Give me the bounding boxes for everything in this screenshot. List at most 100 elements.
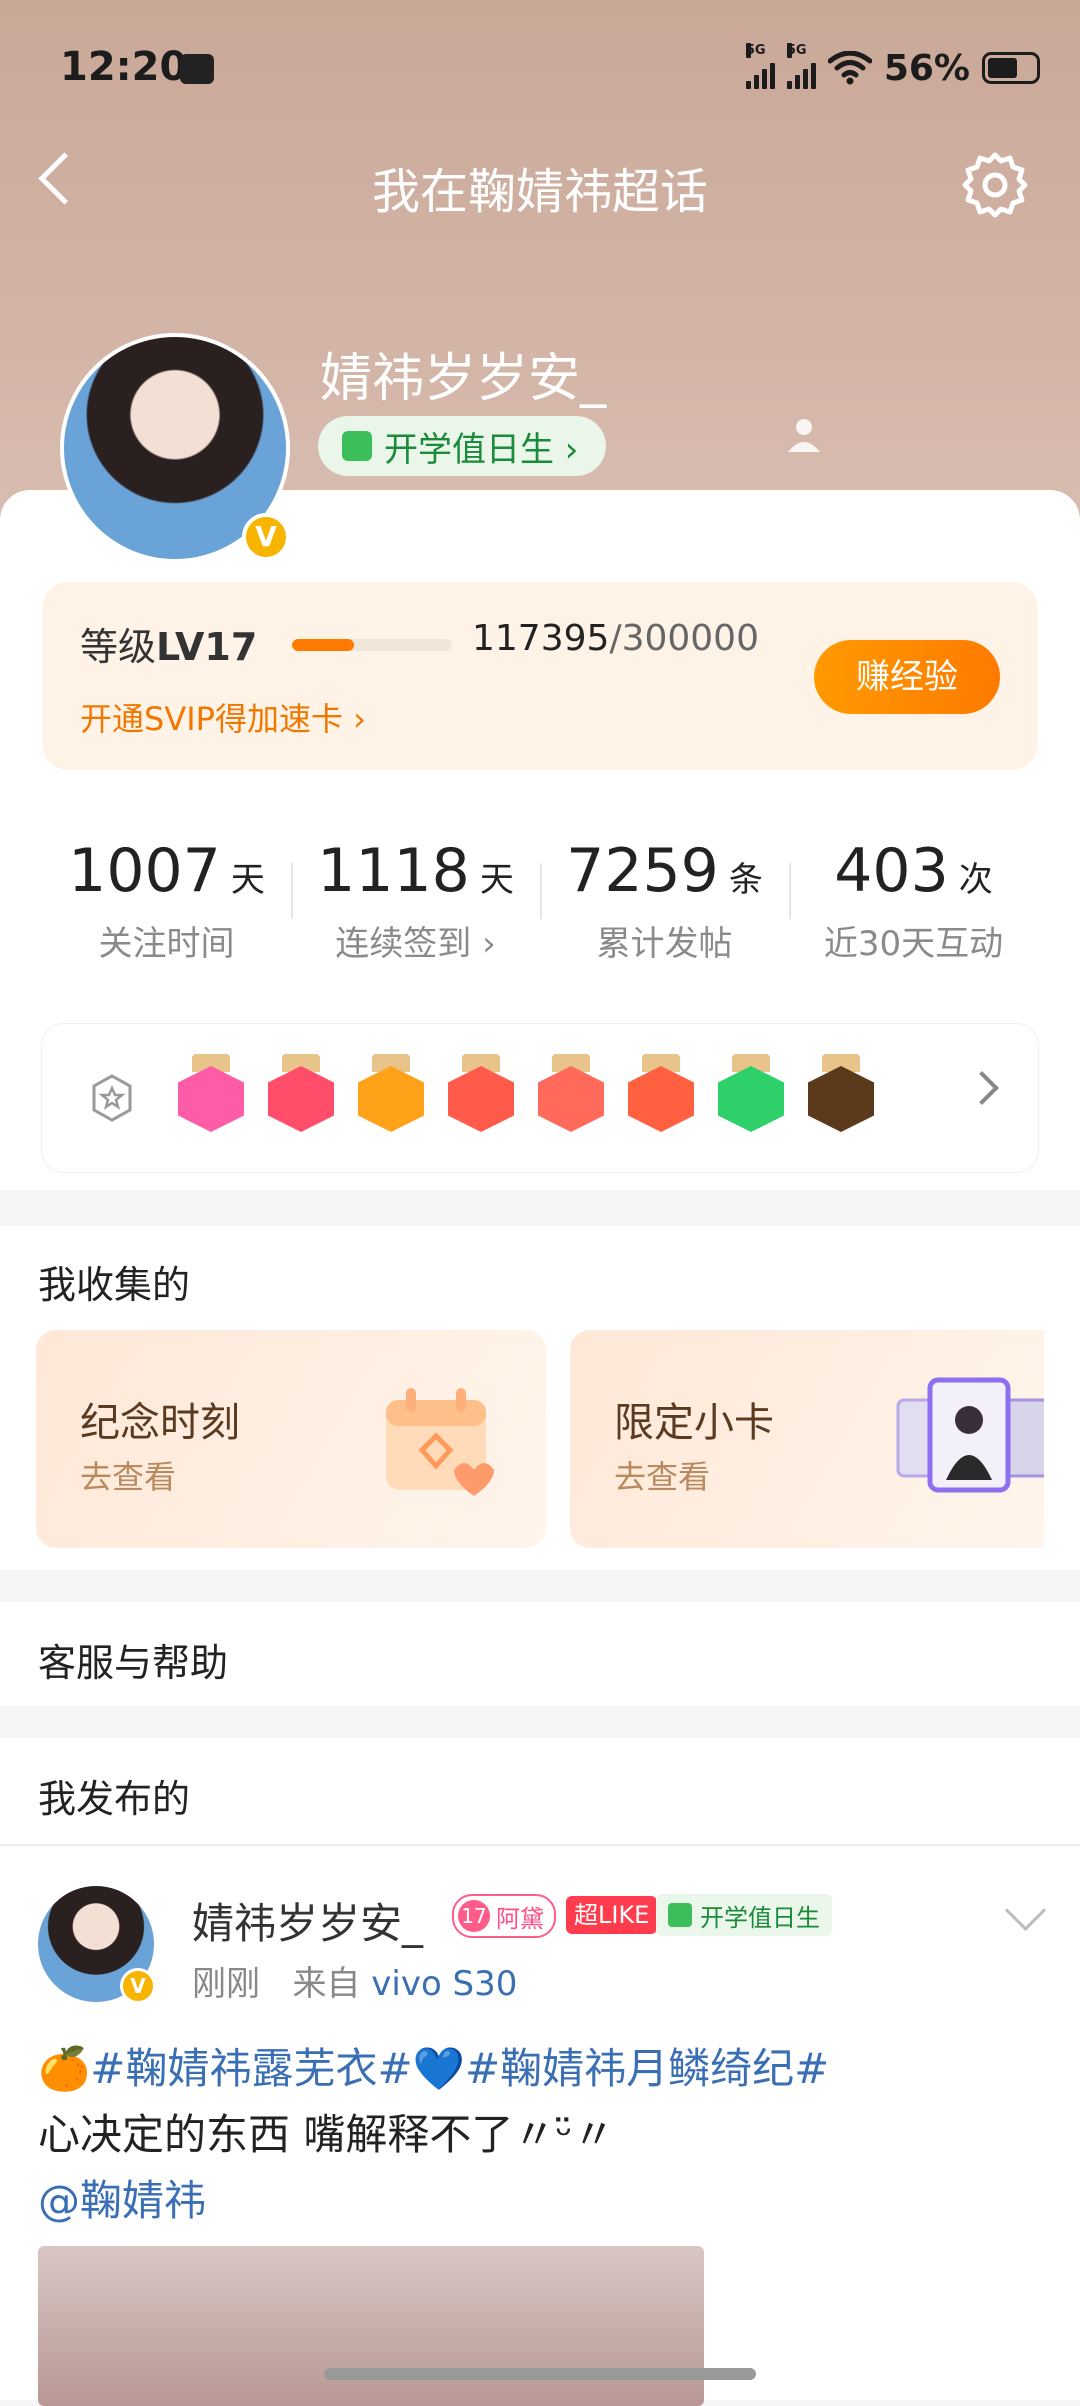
stat-unit: 天 xyxy=(230,860,265,900)
post-meta: 刚刚 来自 vivo S30 xyxy=(192,1956,517,2005)
level-exp: 117395/300000 xyxy=(472,618,759,659)
lv17-medal-icon[interactable] xyxy=(174,1054,248,1136)
stat-interactions: 403 次 近30天互动 xyxy=(789,798,1038,982)
trophy-medal-icon[interactable] xyxy=(264,1054,338,1136)
post-author[interactable]: 婧祎岁岁安_ xyxy=(192,1890,423,1951)
stat-checkin-days[interactable]: 1118 天 连续签到 › xyxy=(291,798,540,982)
super-like-badge[interactable]: 超LIKE xyxy=(566,1896,658,1934)
chevron-right-icon[interactable] xyxy=(965,1071,999,1105)
cat-face-medal-icon[interactable] xyxy=(534,1054,608,1136)
stat-follow-days: 1007 天 关注时间 xyxy=(42,798,291,982)
battery-icon xyxy=(982,52,1040,84)
post-device: vivo S30 xyxy=(371,1964,518,2004)
stat-value: 1007 xyxy=(68,836,221,906)
svip-link[interactable]: 开通SVIP得加速卡 › xyxy=(80,694,366,740)
card-link: 去查看 xyxy=(80,1458,177,1496)
stat-unit: 天 xyxy=(479,860,514,900)
medal-hex xyxy=(268,1066,334,1132)
post-card[interactable]: V 婧祎岁岁安_ 17 阿黛 超LIKE 开学值日生 刚刚 来自 vivo S3… xyxy=(0,1846,1080,2406)
level-label: 等级LV17 xyxy=(80,616,257,671)
stat-label: 近30天互动 xyxy=(823,924,1004,964)
limited-cards-card[interactable]: 限定小卡 去查看 xyxy=(570,1330,1044,1548)
role-tag-button[interactable]: 开学值日生 › xyxy=(318,416,607,476)
battery-percent: 56% xyxy=(883,47,970,89)
calendar-check-icon xyxy=(342,431,372,461)
level-progress-fill xyxy=(292,639,355,651)
level-value: LV17 xyxy=(156,625,258,669)
my-posts-header: 我发布的 xyxy=(0,1738,1080,1846)
notification-app-icon xyxy=(180,54,214,84)
orange-emoji: 🍊 xyxy=(38,2044,91,2093)
role-tag-label: 开学值日生 › xyxy=(384,429,579,470)
signal-label: 5G xyxy=(786,43,807,58)
level-progress-bar xyxy=(292,639,452,651)
crown-medal-icon[interactable] xyxy=(354,1054,428,1136)
super-medal-icon[interactable] xyxy=(804,1054,878,1136)
fire-cat-medal-icon[interactable] xyxy=(624,1054,698,1136)
memorial-moments-card[interactable]: 纪念时刻 去查看 xyxy=(36,1330,546,1548)
help-row[interactable]: 客服与帮助 xyxy=(0,1602,1080,1706)
card-title: 纪念时刻 xyxy=(80,1400,240,1446)
stat-label: 连续签到 › xyxy=(335,924,496,964)
status-time: 12:20 xyxy=(60,44,188,90)
back-arrow-icon[interactable] xyxy=(40,150,80,210)
post-from-label: 来自 xyxy=(292,1964,361,2004)
fan-level-number: 17 xyxy=(458,1900,490,1932)
collect-title: 我收集的 xyxy=(38,1263,191,1307)
card-title: 限定小卡 xyxy=(614,1400,774,1446)
stat-unit: 条 xyxy=(728,860,763,900)
earn-exp-button[interactable]: 赚经验 xyxy=(814,640,1000,714)
status-right-group: 5G 5G 56% xyxy=(745,43,1040,90)
person-icon[interactable] xyxy=(784,414,824,454)
my-posts-title: 我发布的 xyxy=(38,1777,191,1821)
medal-hex xyxy=(718,1066,784,1132)
medal-row[interactable] xyxy=(42,1024,1038,1172)
help-title: 客服与帮助 xyxy=(38,1641,229,1685)
medal-hex xyxy=(808,1066,874,1132)
role-badge-label: 开学值日生 xyxy=(700,1903,820,1932)
stats-row: 1007 天 关注时间 1118 天 连续签到 › 7259 条 累计发帖 403 次 … xyxy=(42,798,1038,982)
medal-hex xyxy=(178,1066,244,1132)
hashtag-link[interactable]: #鞠婧祎露芜衣# xyxy=(90,2044,412,2093)
role-badge[interactable]: 开学值日生 xyxy=(656,1894,832,1936)
signal-icon: 5G xyxy=(745,43,775,89)
stat-post-count: 7259 条 累计发帖 xyxy=(540,798,789,982)
badge-outline-icon xyxy=(92,1074,132,1122)
wifi-icon xyxy=(827,51,872,85)
medal-hex xyxy=(628,1066,694,1132)
status-bar: 12:20 5G 5G 56% xyxy=(60,40,1040,100)
level-panel: 等级LV17 117395/300000 开通SVIP得加速卡 › 赚经验 xyxy=(42,582,1038,770)
post-image[interactable] xyxy=(38,2246,704,2406)
verified-badge: V xyxy=(242,513,290,561)
post-body: 心决定的东西 嘴解释不了〃ᵕ̈〃 xyxy=(38,2110,615,2159)
medal-hex xyxy=(538,1066,604,1132)
verified-badge: V xyxy=(120,1968,156,2004)
exp-total: /300000 xyxy=(609,618,759,659)
hashtag-link[interactable]: #鞠婧祎月鳞绮纪# xyxy=(465,2044,829,2093)
user-name: 婧祎岁岁安_ xyxy=(320,349,607,409)
signal-label: 5G xyxy=(745,43,766,58)
post-time: 刚刚 xyxy=(192,1964,260,2004)
stat-value: 7259 xyxy=(566,836,719,906)
fan-badge-name: 阿黛 xyxy=(496,1904,544,1933)
signal-icon: 5G xyxy=(786,43,816,89)
medal-hex xyxy=(358,1066,424,1132)
stat-unit: 次 xyxy=(958,860,993,900)
card-link: 去查看 xyxy=(614,1458,711,1496)
photo-cards-illustration-icon xyxy=(896,1377,1044,1493)
exp-current: 117395 xyxy=(472,618,610,659)
stat-value: 403 xyxy=(834,836,949,906)
cat-medal-icon[interactable] xyxy=(444,1054,518,1136)
wing-medal-icon[interactable] xyxy=(714,1054,788,1136)
fan-level-badge[interactable]: 17 阿黛 xyxy=(452,1894,556,1938)
stat-label: 关注时间 xyxy=(98,924,235,964)
home-indicator[interactable] xyxy=(324,2368,756,2380)
chevron-down-icon[interactable] xyxy=(1004,1889,1047,1932)
mention-link[interactable]: @鞠婧祎 xyxy=(38,2176,206,2225)
calendar-illustration-icon xyxy=(386,1388,494,1496)
calendar-check-icon xyxy=(668,1903,692,1927)
settings-gear-icon[interactable] xyxy=(960,150,1030,220)
post-text: 🍊#鞠婧祎露芜衣#💙#鞠婧祎月鳞绮纪# 心决定的东西 嘴解释不了〃ᵕ̈〃 @鞠婧… xyxy=(38,2036,1048,2234)
level-prefix: 等级 xyxy=(80,625,157,669)
page-title: 我在鞠婧祎超话 xyxy=(371,164,708,220)
